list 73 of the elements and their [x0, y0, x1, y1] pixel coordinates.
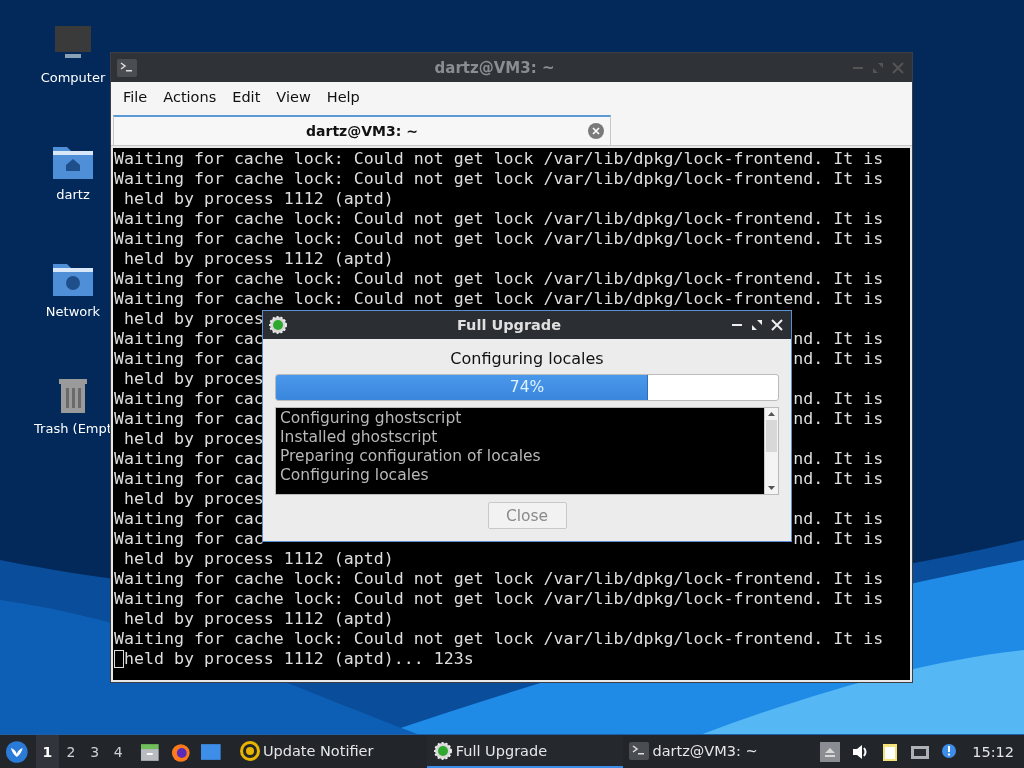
terminal-line: Waiting for cache lock: Could not get lock /var/lib/dpkg/lock-frontend. It is: [114, 229, 884, 249]
icon-label: Computer: [40, 70, 106, 85]
terminal-line: Waiting for cache lock: Could not get lock /var/lib/dpkg/lock-frontend. It is: [114, 629, 884, 649]
progress-text: 74%: [508, 378, 546, 396]
terminal-line: held by proces: [123, 489, 264, 509]
log-line: Configuring locales: [280, 466, 430, 485]
menu-item[interactable]: Edit: [224, 89, 269, 105]
terminal-line: Waiting for cac: [114, 469, 264, 489]
status-text: Configuring locales: [450, 349, 604, 368]
terminal-line: nd. It is: [793, 389, 884, 409]
terminal-line: nd. It is: [793, 409, 884, 429]
tab-label: dartz@VM3: ~: [306, 123, 418, 139]
workspace-button[interactable]: 2: [59, 735, 83, 768]
terminal-line: Waiting for cac: [114, 349, 264, 369]
task-label: Full Upgrade: [455, 742, 548, 759]
terminal-line: held by process 1112 (aptd)... 123s: [124, 649, 474, 669]
terminal-line: nd. It is: [793, 449, 884, 469]
terminal-icon: [629, 740, 650, 761]
terminal-icon: [117, 58, 137, 77]
icon-label: Trash (Empt: [34, 421, 112, 436]
terminal-line: held by process 1112 (aptd): [123, 549, 394, 569]
scrollbar[interactable]: [764, 408, 778, 494]
workspace-button[interactable]: 1: [35, 735, 60, 768]
taskbar-button[interactable]: Full Upgrade: [426, 735, 624, 768]
terminal-line: Waiting for cac: [114, 449, 264, 469]
terminal-line: held by process 1112 (aptd): [123, 609, 394, 629]
log-line: Preparing configuration of locales: [280, 447, 542, 466]
menu-item[interactable]: Help: [318, 89, 368, 105]
dialog-title: Full Upgrade: [455, 317, 563, 333]
maximize-icon[interactable]: [751, 319, 763, 331]
start-menu-icon[interactable]: [6, 740, 28, 763]
terminal-line: nd. It is: [793, 329, 884, 349]
terminal-line: Waiting for cac: [114, 529, 264, 549]
terminal-line: held by proces: [123, 369, 264, 389]
icon-label: dartz: [56, 187, 90, 202]
terminal-line: Waiting for cache lock: Could not get lock /var/lib/dpkg/lock-frontend. It is: [114, 269, 884, 289]
workspace-button[interactable]: 4: [106, 735, 130, 768]
terminal-line: held by process 1112 (aptd): [123, 249, 394, 269]
window-title: dartz@VM3: ~: [433, 58, 556, 77]
menu-item[interactable]: File: [115, 89, 156, 105]
workspace-button[interactable]: 3: [82, 735, 107, 768]
menu-item[interactable]: Actions: [155, 89, 225, 105]
terminal-line: Waiting for cache lock: Could not get lock /var/lib/dpkg/lock-frontend. It is: [114, 149, 884, 169]
eject-icon[interactable]: [820, 741, 841, 762]
menu-item[interactable]: View: [268, 89, 319, 105]
task-label: dartz@VM3: ~: [652, 742, 758, 759]
gear-icon: [432, 740, 453, 761]
terminal-tab[interactable]: dartz@VM3: ~: [113, 115, 611, 145]
terminal-line: held by process 1112 (aptd): [123, 189, 394, 209]
terminal-line: held by proces: [123, 309, 264, 329]
terminal-line: Waiting for cac: [114, 389, 264, 409]
terminal-line: Waiting for cache lock: Could not get lock /var/lib/dpkg/lock-frontend. It is: [114, 289, 884, 309]
terminal-line: Waiting for cache lock: Could not get lock /var/lib/dpkg/lock-frontend. It is: [114, 589, 884, 609]
terminal-line: Waiting for cache lock: Could not get lock /var/lib/dpkg/lock-frontend. It is: [114, 569, 884, 589]
task-label: Update Notifier: [262, 742, 374, 759]
log-line: Installed ghostscript: [280, 428, 439, 447]
terminal-line: Waiting for cache lock: Could not get lock /var/lib/dpkg/lock-frontend. It is: [114, 209, 884, 229]
taskbar-button[interactable]: dartz@VM3: ~: [623, 735, 821, 768]
terminal-line: held by proces: [123, 429, 264, 449]
terminal-line: nd. It is: [793, 509, 884, 529]
log-line: Configuring ghostscript: [280, 409, 463, 428]
terminal-line: nd. It is: [793, 529, 884, 549]
taskbar-button[interactable]: Update Notifier: [233, 735, 427, 768]
update-icon: [239, 740, 260, 761]
terminal-line: nd. It is: [793, 349, 884, 369]
gear-icon: [269, 316, 287, 334]
clock: 15:12: [972, 743, 1015, 760]
terminal-line: nd. It is: [793, 469, 884, 489]
terminal-line: Waiting for cac: [114, 329, 264, 349]
terminal-line: Waiting for cac: [114, 409, 264, 429]
icon-label: Network: [45, 304, 101, 319]
terminal-line: Waiting for cac: [114, 509, 264, 529]
terminal-line: Waiting for cache lock: Could not get lock /var/lib/dpkg/lock-frontend. It is: [114, 169, 884, 189]
